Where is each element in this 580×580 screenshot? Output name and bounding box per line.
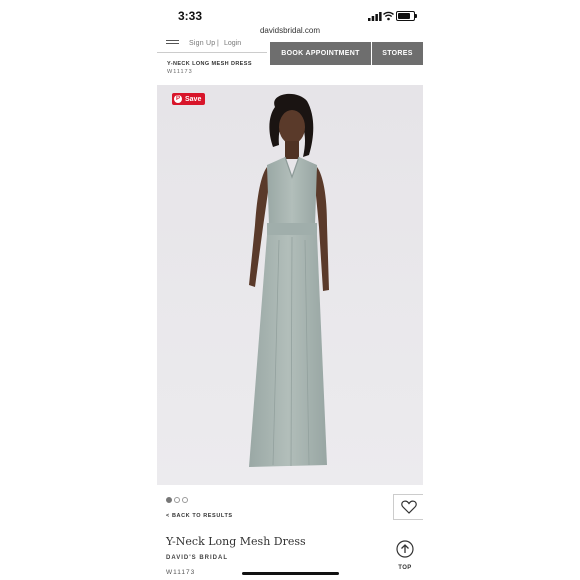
signup-link[interactable]: Sign Up — [189, 40, 215, 47]
login-link[interactable]: Login — [224, 40, 241, 47]
wishlist-button[interactable] — [393, 494, 423, 520]
hamburger-icon[interactable] — [166, 40, 179, 48]
back-to-results-link[interactable]: < BACK TO RESULTS — [166, 513, 233, 519]
url-bar[interactable]: davidsbridal.com — [157, 26, 423, 35]
battery-icon — [396, 11, 417, 21]
save-label: Save — [185, 95, 202, 103]
pinterest-icon: P — [174, 95, 182, 103]
status-bar: 3:33 davidsbridal.com — [157, 0, 423, 35]
carousel-dot[interactable] — [166, 497, 172, 503]
carousel-dot[interactable] — [182, 497, 188, 503]
book-appointment-button[interactable]: BOOK APPOINTMENT — [270, 42, 371, 65]
carousel-dots — [166, 497, 188, 503]
pinterest-save-button[interactable]: P Save — [172, 93, 206, 105]
carousel-dot[interactable] — [174, 497, 180, 503]
breadcrumb-title: Y-NECK LONG MESH DRESS — [167, 61, 252, 67]
product-brand: DAVID'S BRIDAL — [166, 555, 228, 561]
product-image[interactable]: P Save — [157, 85, 423, 485]
arrow-up-icon — [396, 540, 414, 558]
heart-icon — [400, 500, 417, 514]
status-time: 3:33 — [178, 9, 203, 23]
wifi-icon — [383, 11, 394, 21]
dress-model-illustration — [157, 85, 423, 485]
breadcrumb-sku: W11173 — [167, 69, 193, 75]
top-label: TOP — [398, 565, 412, 571]
header-divider — [157, 52, 267, 53]
back-to-top-button[interactable]: TOP — [393, 540, 417, 571]
phone-screen: 3:33 davidsbridal.com Sign Up | Login BO… — [157, 0, 423, 580]
product-title: Y-Neck Long Mesh Dress — [166, 535, 306, 548]
stores-button[interactable]: STORES — [372, 42, 423, 65]
header-separator: | — [217, 40, 219, 47]
product-sku: W11173 — [166, 569, 196, 576]
signal-icon — [368, 12, 382, 21]
home-indicator[interactable] — [242, 572, 339, 575]
